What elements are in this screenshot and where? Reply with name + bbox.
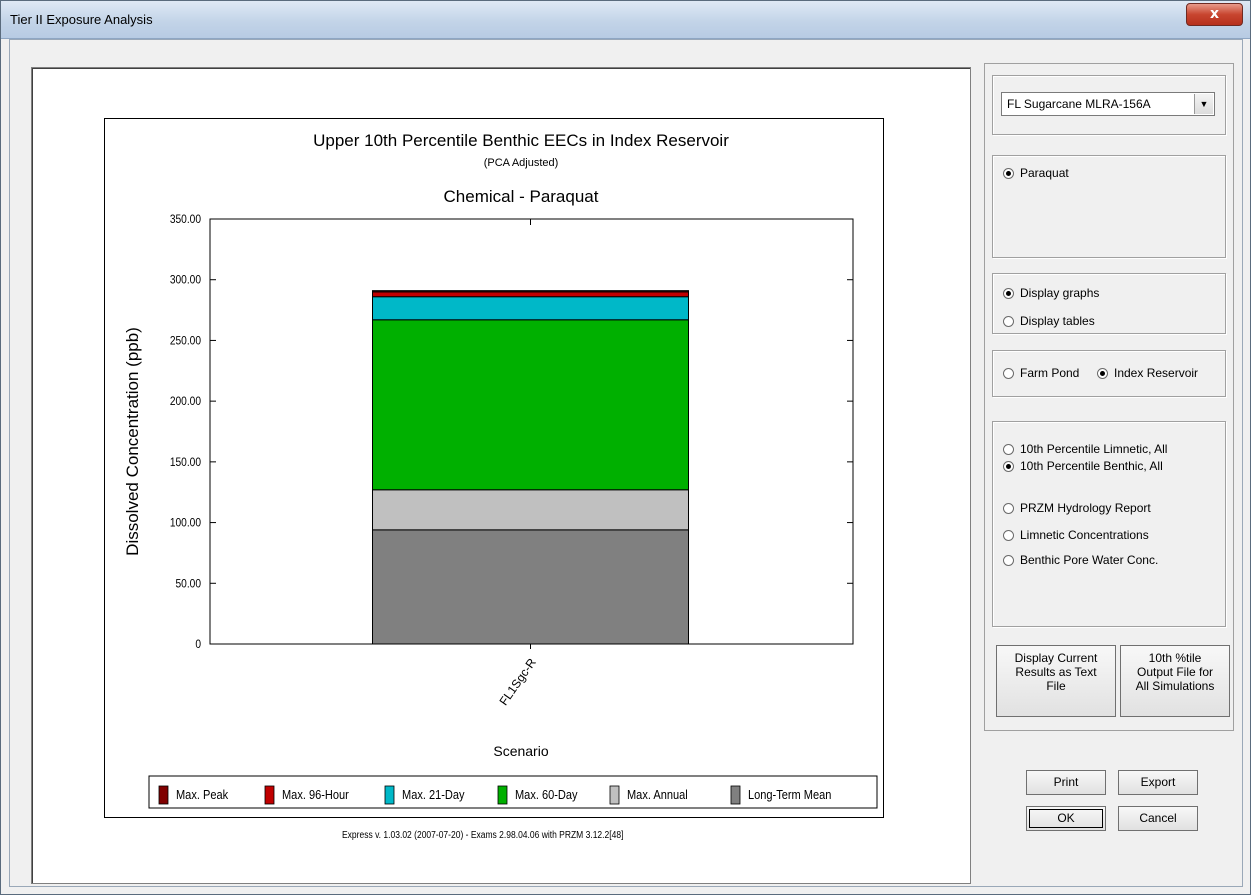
index-reservoir-label: Index Reservoir	[1114, 366, 1199, 380]
chart-frame: Upper 10th Percentile Benthic EECs in In…	[104, 118, 884, 818]
ok-button[interactable]: OK	[1026, 806, 1106, 831]
cancel-button[interactable]: Cancel	[1118, 806, 1198, 831]
y-tick-label: 250.00	[170, 335, 201, 348]
scenario-value: FL Sugarcane MLRA-156A	[1007, 97, 1151, 111]
legend-swatch	[609, 785, 620, 805]
legend-label: Max. 21-Day	[402, 787, 465, 802]
chart-title: Upper 10th Percentile Benthic EECs in In…	[313, 131, 729, 150]
legend-swatch	[730, 785, 741, 805]
bar-segment-max-60-day	[372, 319, 689, 491]
chevron-down-icon[interactable]: ▼	[1194, 94, 1213, 114]
bar-segment-max-96-hour	[372, 291, 689, 298]
radio-unselected-icon	[1003, 555, 1014, 566]
legend-label: Max. Peak	[176, 787, 229, 802]
y-tick-label: 300.00	[170, 274, 201, 287]
button-line: All Simulations	[1135, 679, 1215, 693]
radio-paraquat[interactable]: Paraquat	[1003, 166, 1069, 180]
export-button[interactable]: Export	[1118, 770, 1198, 795]
radio-report-limnetic-all[interactable]: 10th Percentile Limnetic, All	[1003, 442, 1167, 456]
chart-svg: Upper 10th Percentile Benthic EECs in In…	[123, 131, 878, 809]
report-label: Limnetic Concentrations	[1020, 528, 1149, 542]
report-label: 10th Percentile Limnetic, All	[1020, 442, 1168, 456]
legend-swatch	[384, 785, 395, 805]
chart-subtitle: (PCA Adjusted)	[484, 157, 559, 169]
radio-report-benthic-all[interactable]: 10th Percentile Benthic, All	[1003, 459, 1163, 473]
scenario-dropdown[interactable]: FL Sugarcane MLRA-156A ▼	[1001, 92, 1215, 116]
y-tick-label: 200.00	[170, 395, 201, 408]
radio-display-tables[interactable]: Display tables	[1003, 314, 1095, 328]
display-current-results-button[interactable]: Display Current Results as Text File	[996, 645, 1116, 717]
y-tick-label: 50.00	[175, 578, 201, 591]
radio-unselected-icon	[1003, 444, 1014, 455]
window-title: Tier II Exposure Analysis	[10, 12, 153, 27]
button-line: Output File for	[1136, 665, 1214, 679]
legend-label: Long-Term Mean	[748, 787, 831, 802]
y-tick-label: 100.00	[170, 517, 201, 530]
version-footer: Express v. 1.03.02 (2007-07-20) - Exams …	[342, 830, 624, 841]
farm-pond-label: Farm Pond	[1020, 366, 1080, 380]
x-axis-label: Scenario	[493, 743, 548, 759]
chemical-label: Paraquat	[1020, 166, 1069, 180]
report-label: PRZM Hydrology Report	[1020, 501, 1151, 515]
radio-report-przm-hydrology[interactable]: PRZM Hydrology Report	[1003, 501, 1151, 515]
button-line: Results as Text	[1015, 665, 1097, 679]
print-button[interactable]: Print	[1026, 770, 1106, 795]
radio-selected-icon	[1003, 288, 1014, 299]
radio-selected-icon	[1097, 368, 1108, 379]
report-label: Benthic Pore Water Conc.	[1020, 553, 1159, 567]
radio-report-limnetic-conc[interactable]: Limnetic Concentrations	[1003, 528, 1149, 542]
button-line: 10th %tile	[1148, 651, 1202, 665]
y-axis-label: Dissolved Concentration (ppb)	[123, 327, 142, 556]
legend-label: Max. Annual	[627, 787, 688, 802]
radio-unselected-icon	[1003, 316, 1014, 327]
display-tables-label: Display tables	[1020, 314, 1095, 328]
display-graphs-label: Display graphs	[1020, 286, 1100, 300]
radio-unselected-icon	[1003, 530, 1014, 541]
chart-subtitle-chemical: Chemical - Paraquat	[444, 187, 599, 206]
y-tick-label: 150.00	[170, 456, 201, 469]
close-button[interactable]: x	[1186, 3, 1243, 26]
button-line: File	[1046, 679, 1066, 693]
legend-label: Max. 96-Hour	[282, 787, 349, 802]
tenth-percentile-output-button[interactable]: 10th %tile Output File for All Simulatio…	[1120, 645, 1230, 717]
radio-index-reservoir[interactable]: Index Reservoir	[1097, 366, 1198, 380]
radio-selected-icon	[1003, 461, 1014, 472]
legend-swatch	[158, 785, 169, 805]
y-tick-label: 350.00	[170, 213, 201, 226]
bar-segment-max-peak	[372, 290, 689, 293]
bar-segment-max-21-day	[372, 296, 689, 321]
report-label: 10th Percentile Benthic, All	[1020, 459, 1163, 473]
radio-farm-pond[interactable]: Farm Pond	[1003, 366, 1079, 380]
bar-segment-long-term-mean	[372, 529, 689, 645]
y-tick-label: 0	[195, 638, 201, 651]
title-bar[interactable]: Tier II Exposure Analysis x	[1, 1, 1250, 39]
bar-segment-max-annual	[372, 489, 689, 531]
radio-unselected-icon	[1003, 368, 1014, 379]
close-icon: x	[1209, 6, 1220, 22]
radio-display-graphs[interactable]: Display graphs	[1003, 286, 1099, 300]
radio-report-benthic-pore[interactable]: Benthic Pore Water Conc.	[1003, 553, 1158, 567]
legend-swatch	[264, 785, 275, 805]
radio-unselected-icon	[1003, 503, 1014, 514]
radio-selected-icon	[1003, 168, 1014, 179]
button-line: Display Current	[1014, 651, 1098, 665]
legend-swatch	[497, 785, 508, 805]
x-category-label: FL1Sgc-R	[496, 655, 539, 708]
tier2-window: Tier II Exposure Analysis x Upper 10th P…	[0, 0, 1251, 895]
legend-label: Max. 60-Day	[515, 787, 578, 802]
